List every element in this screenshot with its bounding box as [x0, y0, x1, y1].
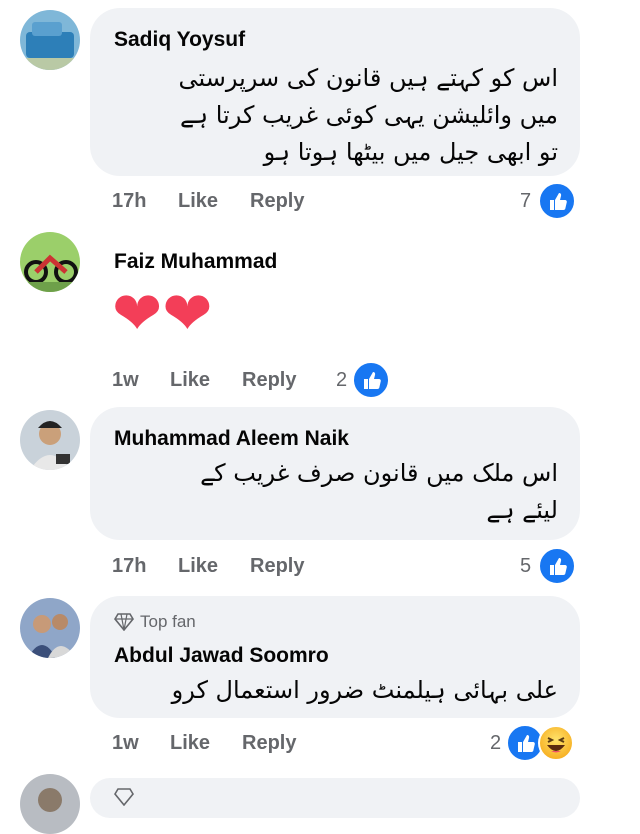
like-icon[interactable] — [538, 547, 576, 585]
avatar[interactable] — [20, 598, 80, 658]
avatar[interactable] — [20, 10, 80, 70]
comment-author[interactable]: Sadiq Yoysuf — [114, 28, 245, 52]
diamond-icon — [114, 613, 134, 631]
avatar[interactable] — [20, 774, 80, 834]
comment-time[interactable]: 17h — [112, 555, 146, 578]
haha-icon[interactable] — [538, 725, 574, 761]
reply-button[interactable]: Reply — [250, 555, 304, 578]
reaction-count[interactable]: 2 — [336, 369, 347, 392]
comment-bubble: Sadiq Yoysuf اس کو کہتے ہیں قانون کی سرپ… — [90, 8, 580, 176]
like-icon[interactable] — [352, 361, 390, 399]
like-button[interactable]: Like — [170, 369, 210, 392]
comment-author[interactable]: Muhammad Aleem Naik — [114, 427, 349, 451]
reaction-count[interactable]: 7 — [520, 190, 531, 213]
comment-time[interactable]: 1w — [112, 732, 139, 755]
comment-text: علی بہائی ہیلمنٹ ضرور استعمال کرو — [171, 676, 558, 704]
comment-text: اس کو کہتے ہیں قانون کی سرپرستی میں وائل… — [178, 64, 558, 166]
avatar[interactable] — [20, 232, 80, 292]
reply-button[interactable]: Reply — [242, 369, 296, 392]
comment-author[interactable]: Abdul Jawad Soomro — [114, 644, 329, 668]
top-fan-label: Top fan — [140, 612, 196, 631]
comment-time[interactable]: 17h — [112, 190, 146, 213]
comment-author[interactable]: Faiz Muhammad — [114, 250, 277, 274]
heart-emoji: ❤❤ — [112, 280, 213, 347]
like-button[interactable]: Like — [178, 555, 218, 578]
comment-text: اس ملک میں قانون صرف غریب کے لیئے ہے — [200, 459, 558, 524]
avatar[interactable] — [20, 410, 80, 470]
comment-time[interactable]: 1w — [112, 369, 139, 392]
reaction-count[interactable]: 2 — [490, 732, 501, 755]
top-fan-badge: Top fan — [114, 612, 196, 632]
comment-bubble — [90, 778, 580, 818]
reply-button[interactable]: Reply — [242, 732, 296, 755]
like-button[interactable]: Like — [170, 732, 210, 755]
comment-bubble: Top fan Abdul Jawad Soomro علی بہائی ہیل… — [90, 596, 580, 718]
diamond-icon — [114, 788, 134, 806]
like-button[interactable]: Like — [178, 190, 218, 213]
reply-button[interactable]: Reply — [250, 190, 304, 213]
like-icon[interactable] — [538, 182, 576, 220]
reaction-count[interactable]: 5 — [520, 555, 531, 578]
comment-bubble: Muhammad Aleem Naik اس ملک میں قانون صرف… — [90, 407, 580, 540]
